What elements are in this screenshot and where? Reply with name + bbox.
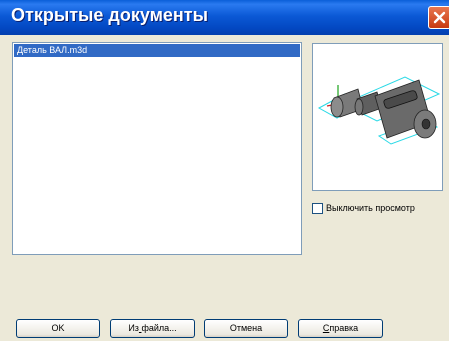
help-button[interactable]: Справка <box>298 319 383 338</box>
title-bar[interactable]: Открытые документы <box>0 0 449 35</box>
from-file-button[interactable]: Из файла... <box>110 319 195 338</box>
open-documents-dialog: Открытые документы Деталь ВАЛ.m3d Выключ… <box>0 0 449 341</box>
disable-preview-checkbox[interactable] <box>312 203 323 214</box>
ok-button[interactable]: OK <box>16 319 100 338</box>
documents-list[interactable]: Деталь ВАЛ.m3d <box>12 42 302 255</box>
preview-panel <box>312 43 443 191</box>
disable-preview-label: Выключить просмотр <box>326 203 415 213</box>
help-label-rest: правка <box>329 323 359 333</box>
close-icon <box>433 11 446 24</box>
from-file-label-prefix: Из <box>128 323 139 333</box>
3d-part-preview-icon <box>317 76 441 145</box>
list-item[interactable]: Деталь ВАЛ.m3d <box>14 44 300 57</box>
cancel-button[interactable]: Отмена <box>204 319 288 338</box>
close-button[interactable] <box>428 6 449 29</box>
from-file-label-suffix: файла... <box>141 323 177 333</box>
dialog-title: Открытые документы <box>11 5 208 25</box>
